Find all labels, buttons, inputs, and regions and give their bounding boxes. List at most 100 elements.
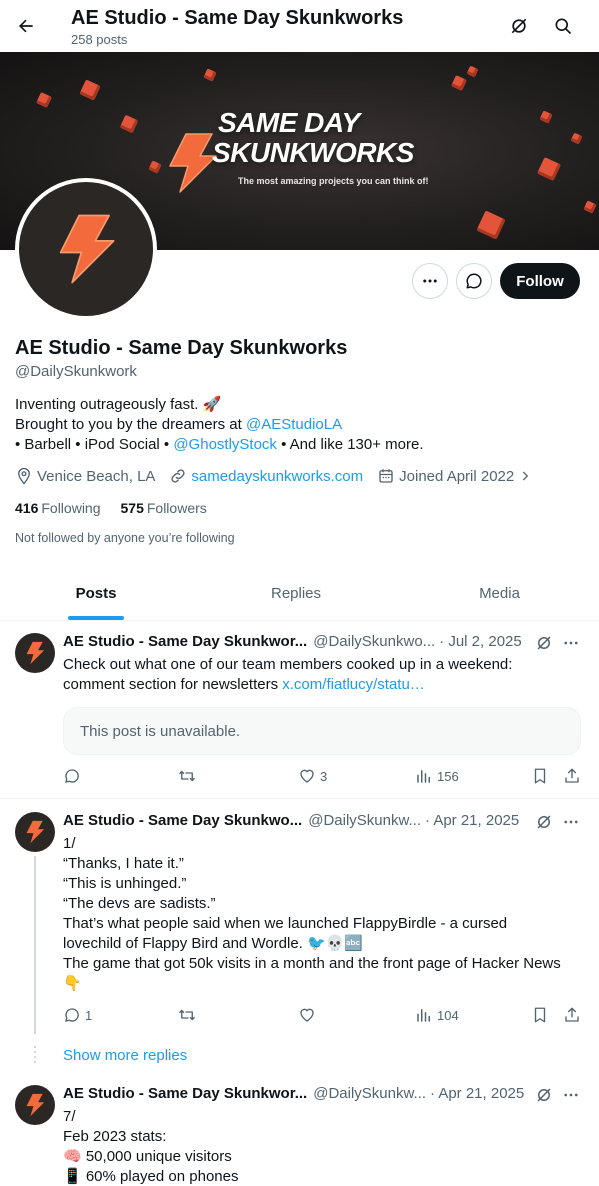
views-chart-icon bbox=[417, 770, 430, 783]
repost-icon bbox=[179, 770, 195, 782]
post-more-icon[interactable] bbox=[560, 1085, 582, 1105]
website-item[interactable]: samedayskunkworks.com bbox=[169, 467, 363, 485]
more-options-button[interactable] bbox=[412, 263, 448, 299]
bookmark-button[interactable] bbox=[531, 767, 549, 785]
reply-icon bbox=[65, 769, 79, 783]
post[interactable]: AE Studio - Same Day Skunkwor... @DailyS… bbox=[0, 1073, 599, 1186]
repost-button[interactable] bbox=[177, 767, 201, 785]
share-button[interactable] bbox=[563, 1006, 581, 1024]
post-header: AE Studio - Same Day Skunkwor... @DailyS… bbox=[63, 633, 522, 650]
banner-title-line2: SKUNKWORKS bbox=[212, 137, 414, 168]
post-avatar[interactable] bbox=[15, 633, 55, 673]
post-text-line: The game that got 50k visits in a month … bbox=[63, 955, 561, 972]
followers-link[interactable]: 575 Followers bbox=[121, 500, 207, 516]
back-arrow-icon[interactable] bbox=[8, 8, 44, 44]
post-author-name[interactable]: AE Studio - Same Day Skunkwo... bbox=[63, 812, 302, 829]
chevron-right-icon bbox=[523, 471, 529, 481]
post-link[interactable]: x.com/fiatlucy/statu… bbox=[282, 676, 425, 693]
location-text: Venice Beach, LA bbox=[37, 467, 156, 485]
like-count: 3 bbox=[320, 768, 328, 784]
bookmark-icon bbox=[534, 1007, 546, 1023]
bookmark-button[interactable] bbox=[531, 1006, 549, 1024]
views-button[interactable]: 104 bbox=[415, 1006, 459, 1024]
top-bar: AE Studio - Same Day Skunkworks 258 post… bbox=[0, 0, 599, 52]
follow-button[interactable]: Follow bbox=[500, 263, 580, 299]
grok-icon[interactable] bbox=[501, 8, 537, 44]
post-text-line: 7/ bbox=[63, 1108, 76, 1125]
post-actions: 3 156 bbox=[63, 767, 583, 787]
following-link[interactable]: 416 Following bbox=[15, 500, 101, 516]
profile-handle: @DailySkunkwork bbox=[15, 363, 137, 380]
profile-avatar[interactable] bbox=[15, 178, 157, 320]
header-posts-count: 258 posts bbox=[71, 32, 128, 47]
reply-icon bbox=[65, 1008, 79, 1022]
tab-media[interactable]: Media bbox=[400, 566, 599, 620]
repost-button[interactable] bbox=[177, 1006, 201, 1024]
post-author-handle[interactable]: @DailySkunkwo... bbox=[313, 633, 435, 650]
like-button[interactable]: 3 bbox=[298, 767, 327, 785]
repost-icon bbox=[179, 1009, 195, 1021]
profile-name: AE Studio - Same Day Skunkworks bbox=[15, 337, 348, 359]
banner-title: SAME DAY SKUNKWORKS bbox=[212, 108, 414, 168]
post-author-name[interactable]: AE Studio - Same Day Skunkwor... bbox=[63, 633, 307, 650]
share-icon bbox=[565, 1007, 579, 1022]
post-text-line: “This is unhinged.” bbox=[63, 875, 187, 892]
bio-line: • Barbell • iPod Social • @GhostlyStock … bbox=[15, 435, 585, 455]
heart-icon bbox=[300, 769, 314, 783]
header-title: AE Studio - Same Day Skunkworks bbox=[71, 7, 404, 29]
post-author-handle[interactable]: @DailySkunkw... bbox=[308, 812, 421, 829]
post-text: Check out what one of our team members c… bbox=[63, 655, 583, 695]
post-text-line: 👇 bbox=[63, 975, 82, 992]
banner-title-line1: SAME DAY bbox=[218, 107, 360, 138]
post-date[interactable]: · Apr 21, 2025 bbox=[425, 812, 519, 829]
post-avatar[interactable] bbox=[15, 1085, 55, 1125]
search-icon[interactable] bbox=[545, 8, 581, 44]
post-avatar[interactable] bbox=[15, 812, 55, 852]
post-header: AE Studio - Same Day Skunkwo... @DailySk… bbox=[63, 812, 519, 829]
grok-icon[interactable] bbox=[533, 633, 555, 653]
views-button[interactable]: 156 bbox=[415, 767, 459, 785]
post-date[interactable]: · Jul 2, 2025 bbox=[439, 633, 522, 650]
banner-bolt-icon bbox=[166, 132, 218, 194]
post-text: 7/ Feb 2023 stats: 🧠 50,000 unique visit… bbox=[63, 1107, 583, 1186]
grok-icon[interactable] bbox=[533, 812, 555, 832]
bio-text: • Barbell • iPod Social • bbox=[15, 436, 174, 453]
follow-counts: 416 Following 575 Followers bbox=[15, 500, 207, 516]
joined-item[interactable]: Joined April 2022 bbox=[377, 467, 532, 485]
post-more-icon[interactable] bbox=[560, 812, 582, 832]
message-button[interactable] bbox=[456, 263, 492, 299]
post-author-handle[interactable]: @DailySkunkw... bbox=[313, 1085, 426, 1102]
following-count: 416 bbox=[15, 500, 39, 516]
profile-bio: Inventing outrageously fast. 🚀 Brought t… bbox=[15, 395, 585, 455]
bio-line: Brought to you by the dreamers at @AEStu… bbox=[15, 415, 585, 435]
bolt-logo-icon bbox=[26, 641, 45, 665]
link-icon bbox=[171, 469, 185, 483]
more-dots-icon bbox=[423, 279, 437, 283]
views-chart-icon bbox=[417, 1009, 430, 1022]
like-button[interactable] bbox=[298, 1006, 320, 1024]
show-more-replies-link[interactable]: Show more replies bbox=[63, 1047, 187, 1064]
post[interactable]: AE Studio - Same Day Skunkwo... @DailySk… bbox=[0, 800, 599, 1040]
bio-mention-link[interactable]: @AEStudioLA bbox=[246, 416, 342, 433]
reply-button[interactable] bbox=[63, 767, 85, 785]
post-author-name[interactable]: AE Studio - Same Day Skunkwor... bbox=[63, 1085, 307, 1102]
share-button[interactable] bbox=[563, 767, 581, 785]
website-link[interactable]: samedayskunkworks.com bbox=[191, 468, 363, 485]
tab-posts[interactable]: Posts bbox=[0, 566, 192, 620]
post-text-line: 🧠 50,000 unique visitors bbox=[63, 1148, 232, 1165]
followers-label: Followers bbox=[146, 500, 207, 516]
quoted-post-unavailable: This post is unavailable. bbox=[63, 707, 581, 755]
tab-replies[interactable]: Replies bbox=[192, 566, 400, 620]
view-count: 156 bbox=[437, 768, 459, 784]
bio-mention-link[interactable]: @GhostlyStock bbox=[173, 436, 277, 453]
post-header: AE Studio - Same Day Skunkwor... @DailyS… bbox=[63, 1085, 524, 1102]
post-text-line: Check out what one of our team members c… bbox=[63, 656, 513, 673]
post[interactable]: AE Studio - Same Day Skunkwor... @DailyS… bbox=[0, 621, 599, 799]
post-text-span: comment section for newsletters bbox=[63, 676, 283, 693]
chat-bubble-icon bbox=[466, 273, 482, 289]
grok-icon[interactable] bbox=[533, 1085, 555, 1105]
post-date[interactable]: · Apr 21, 2025 bbox=[430, 1085, 524, 1102]
reply-button[interactable]: 1 bbox=[63, 1006, 92, 1024]
bio-line: Inventing outrageously fast. 🚀 bbox=[15, 396, 222, 413]
post-more-icon[interactable] bbox=[560, 633, 582, 653]
